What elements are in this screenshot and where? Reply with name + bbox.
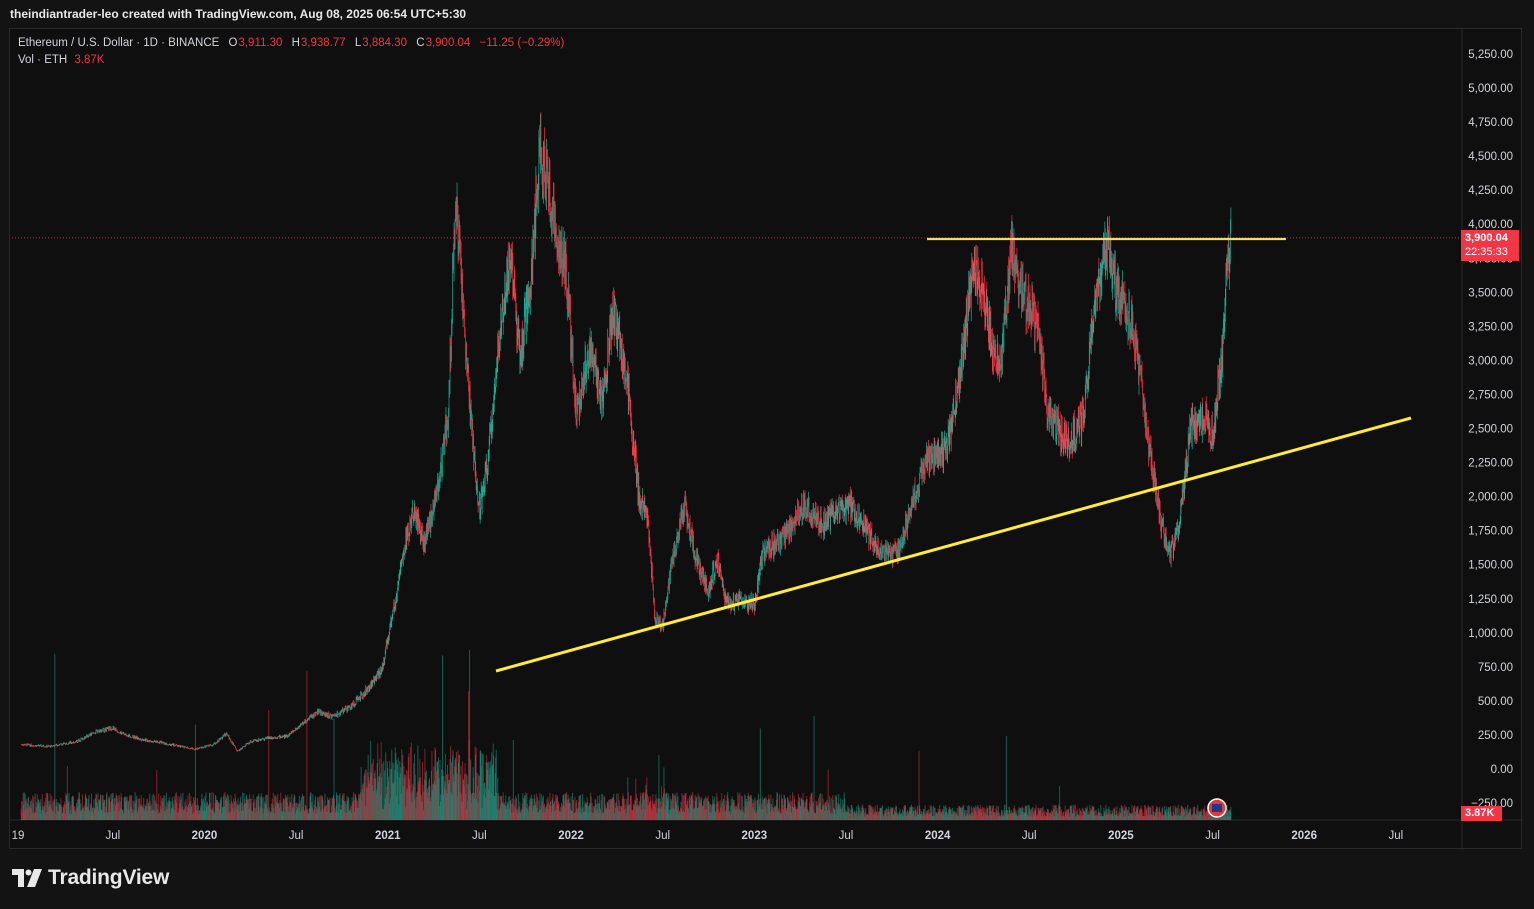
footer-bar [0, 850, 1534, 909]
time-tick-label: 2022 [558, 830, 584, 842]
volume-bar [1005, 735, 1007, 820]
volume-label[interactable]: Vol · ETH [18, 54, 67, 66]
price-tick-label: 2,750.00 [1468, 389, 1513, 401]
volume-bar [813, 716, 815, 820]
chart-attribution: theindiantrader-leo created with Trading… [10, 7, 467, 21]
volume-bars [20, 649, 1232, 820]
support-trendline [495, 416, 1412, 673]
open-value: 3,911.30 [238, 37, 283, 49]
high-label: H [291, 37, 300, 49]
time-tick-label: Jul [105, 830, 120, 842]
price-tick-label: 2,500.00 [1468, 424, 1513, 436]
price-tick-label: 1,500.00 [1468, 560, 1513, 572]
volume-tag: 3.87K [1461, 806, 1502, 821]
high-value: 3,938.77 [300, 37, 346, 49]
price-tick-label: 5,000.00 [1468, 83, 1513, 95]
volume-bar [306, 671, 308, 820]
low-label: L [354, 37, 362, 49]
volume-bar [268, 710, 270, 820]
volume-value: 3.87K [74, 54, 105, 66]
open-label: O [228, 37, 238, 49]
price-tick-label: 4,750.00 [1468, 117, 1513, 129]
change-value: −11.25 (−0.29%) [479, 37, 565, 49]
time-tick-label: 2024 [925, 830, 951, 842]
price-tick-label: 500.00 [1478, 696, 1513, 708]
price-tick-label: 5,250.00 [1468, 49, 1513, 61]
volume-bar [54, 653, 56, 820]
price-tick-label: 4,500.00 [1468, 151, 1513, 163]
time-tick-label: 2026 [1291, 830, 1317, 842]
time-tick-label: Jul [1205, 830, 1220, 842]
price-tick-label: 3,250.00 [1468, 321, 1513, 333]
price-tick-label: 250.00 [1478, 730, 1513, 742]
legend-ohlc-row: Ethereum / U.S. Dollar · 1D · BINANCE O3… [18, 35, 564, 52]
price-tick-label: 1,250.00 [1468, 594, 1513, 606]
tradingview-wordmark: TradingView [48, 866, 170, 889]
time-tick-label: 2023 [742, 830, 768, 842]
time-tick-label: Jul [289, 830, 304, 842]
bar-countdown: 22:35:33 [1465, 246, 1508, 258]
time-tick-label: Jul [655, 830, 670, 842]
time-tick-label: 2025 [1108, 830, 1134, 842]
volume-bar [1230, 806, 1232, 820]
price-tick-label: 3,000.00 [1468, 355, 1513, 367]
top-bar: theindiantrader-leo created with Trading… [0, 0, 1534, 28]
tradingview-logo-icon [12, 869, 42, 887]
legend-volume-row: Vol · ETH 3.87K [18, 52, 564, 69]
legend-symbol[interactable]: Ethereum / U.S. Dollar · 1D · BINANCE [18, 37, 219, 49]
chart-frame[interactable]: 5,250.00 5,000.00 4,750.00 4,500.00 4,250.00… [9, 28, 1523, 850]
volume-bar [512, 740, 514, 820]
price-tick-label: 4,250.00 [1468, 185, 1513, 197]
tradingview-logo[interactable]: TradingView [12, 866, 169, 890]
price-tick-label: 3,500.00 [1468, 287, 1513, 299]
price-tick-label: 750.00 [1478, 662, 1513, 674]
time-tick-label: Jul [839, 830, 854, 842]
time-tick-label: Jul [1388, 830, 1403, 842]
time-tick-label: Jul [472, 830, 487, 842]
symbol-legend: Ethereum / U.S. Dollar · 1D · BINANCE O3… [18, 35, 564, 69]
time-tick-label: 2020 [192, 830, 218, 842]
price-tick-label: 1,000.00 [1468, 628, 1513, 640]
flag-icon-field [1212, 804, 1222, 812]
price-tick-label: 2,250.00 [1468, 458, 1513, 470]
time-tick-label: 2021 [375, 830, 401, 842]
price-tick-label: 0.00 [1491, 764, 1513, 776]
close-value: 3,900.04 [425, 37, 471, 49]
time-tick-label: 19 [12, 830, 25, 842]
close-label: C [416, 37, 425, 49]
price-tick-label: 2,000.00 [1468, 492, 1513, 504]
time-tick-label: Jul [1022, 830, 1037, 842]
chart-canvas[interactable]: 5,250.00 5,000.00 4,750.00 4,500.00 4,250.00… [10, 29, 1523, 850]
price-tick-label: 1,750.00 [1468, 526, 1513, 538]
last-price-value: 3,900.04 [1465, 232, 1508, 244]
price-candles [20, 112, 1232, 752]
low-value: 3,884.30 [362, 37, 408, 49]
last-price-tag: 3,900.04 22:35:33 [1461, 230, 1519, 261]
